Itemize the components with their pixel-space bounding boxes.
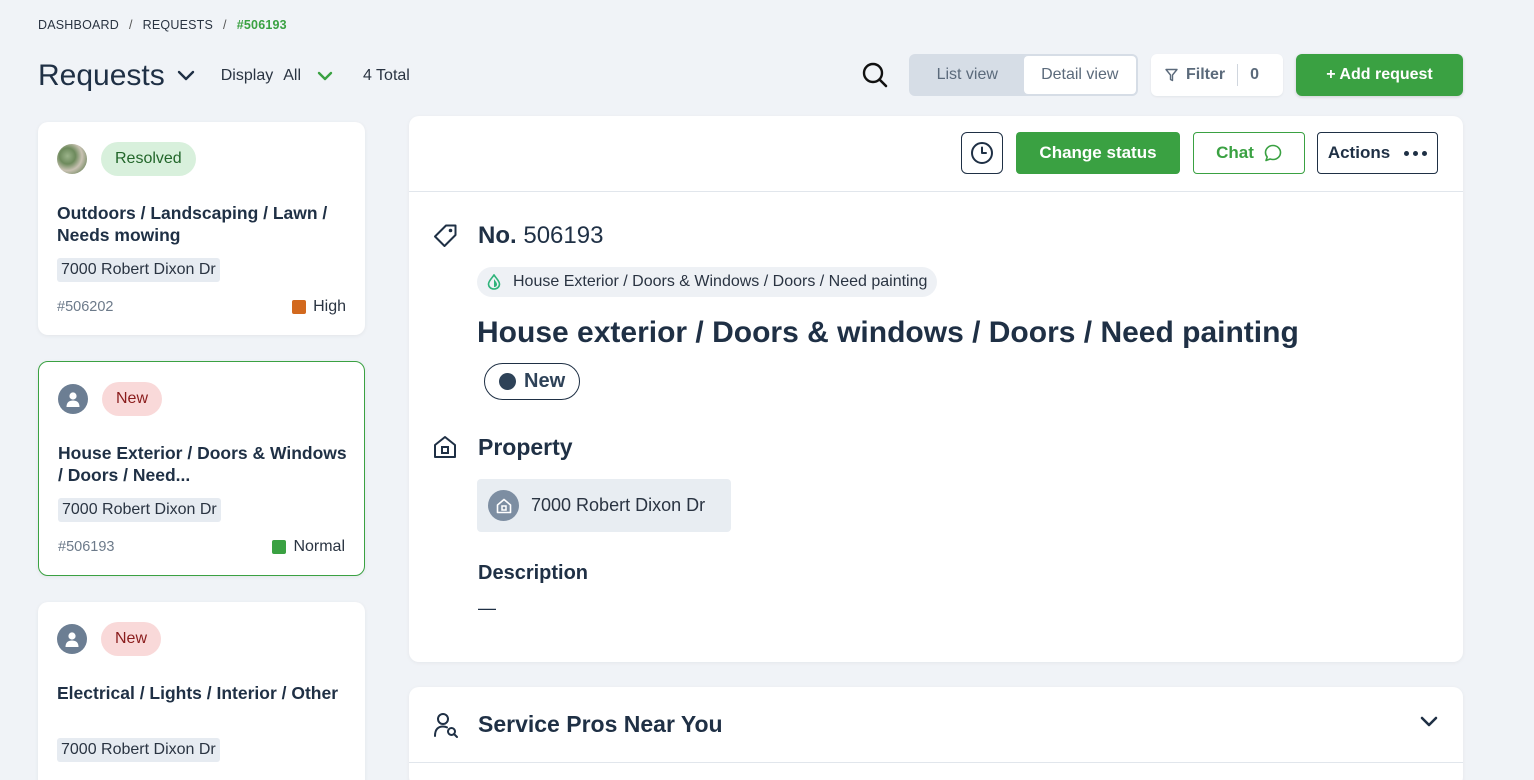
- status-pill-label: New: [524, 370, 566, 392]
- property-avatar: [488, 490, 519, 521]
- page-header: Requests Display All 4 Total: [38, 56, 410, 96]
- display-select-value[interactable]: All: [283, 67, 301, 85]
- filter-button[interactable]: Filter 0: [1151, 54, 1283, 96]
- priority-indicator: Normal: [272, 538, 345, 556]
- description-heading: Description: [478, 562, 589, 584]
- actions-button[interactable]: Actions: [1317, 132, 1438, 174]
- priority-square: [272, 540, 287, 554]
- card-address: 7000 Robert Dixon Dr: [57, 738, 220, 762]
- add-request-button[interactable]: + Add request: [1296, 54, 1463, 96]
- house-icon: [432, 434, 458, 465]
- filter-icon: [1165, 68, 1178, 82]
- property-heading: Property: [478, 434, 573, 460]
- person-icon: [65, 632, 79, 647]
- property-chip[interactable]: 7000 Robert Dixon Dr: [477, 479, 731, 532]
- status-badge: New: [102, 382, 163, 416]
- list-view-tab[interactable]: List view: [911, 56, 1024, 94]
- tag-icon: [432, 223, 458, 254]
- property-address: 7000 Robert Dixon Dr: [531, 495, 706, 515]
- card-title: Electrical / Lights / Interior / Other: [57, 683, 339, 703]
- status-dot: [499, 373, 516, 390]
- card-title: House Exterior / Doors & Windows / Doors…: [58, 443, 347, 485]
- card-address: 7000 Robert Dixon Dr: [57, 258, 220, 282]
- detail-toolbar: Change status Chat Actions: [409, 116, 1463, 192]
- chat-label: Chat: [1216, 143, 1254, 162]
- service-pros-panel: Service Pros Near You: [409, 687, 1463, 780]
- change-status-button[interactable]: Change status: [1016, 132, 1180, 174]
- card-id: #506193: [58, 539, 115, 555]
- request-card[interactable]: Resolved Outdoors / Landscaping / Lawn /…: [38, 122, 365, 335]
- breadcrumb-separator: /: [128, 18, 133, 32]
- breadcrumb-current: #506193: [236, 18, 287, 32]
- request-number: No. 506193: [478, 222, 603, 250]
- priority-square: [292, 300, 307, 314]
- chevron-down-icon[interactable]: [317, 71, 333, 82]
- category-chip: House Exterior / Doors & Windows / Doors…: [477, 267, 938, 297]
- chevron-down-icon[interactable]: [1419, 715, 1439, 734]
- card-title: Outdoors / Landscaping / Lawn / Needs mo…: [57, 203, 328, 245]
- more-dots-icon: [1404, 150, 1428, 156]
- actions-label: Actions: [1327, 143, 1391, 162]
- description-value: —: [478, 598, 496, 618]
- person-search-icon: [433, 711, 459, 744]
- search-icon[interactable]: [860, 60, 890, 90]
- history-button[interactable]: [961, 132, 1003, 174]
- service-pros-toggle[interactable]: Service Pros Near You: [409, 687, 1463, 763]
- divider: [1237, 64, 1239, 86]
- house-icon: [496, 498, 511, 513]
- drop-icon: [487, 274, 501, 290]
- card-address: 7000 Robert Dixon Dr: [58, 498, 221, 522]
- request-number-value: 506193: [523, 222, 604, 249]
- priority-indicator: High: [292, 298, 346, 316]
- breadcrumb: DASHBOARD / REQUESTS / #506193: [38, 18, 287, 32]
- chat-bubble-icon: [1264, 144, 1282, 162]
- filter-label: Filter: [1186, 66, 1226, 83]
- avatar: [57, 144, 87, 174]
- request-card[interactable]: New Electrical / Lights / Interior / Oth…: [38, 602, 365, 780]
- priority-label: Normal: [293, 538, 345, 555]
- history-icon: [971, 142, 993, 164]
- page-title: Requests: [38, 59, 165, 92]
- request-card[interactable]: New House Exterior / Doors & Windows / D…: [38, 361, 365, 576]
- breadcrumb-dashboard[interactable]: DASHBOARD: [38, 18, 119, 32]
- status-badge: Resolved: [101, 142, 196, 176]
- chevron-down-icon[interactable]: [177, 67, 195, 85]
- service-pros-heading: Service Pros Near You: [478, 711, 723, 737]
- detail-view-tab[interactable]: Detail view: [1023, 56, 1136, 94]
- avatar: [57, 624, 87, 654]
- display-label: Display: [220, 67, 274, 84]
- category-text: House Exterior / Doors & Windows / Doors…: [513, 273, 928, 290]
- status-badge: New: [101, 622, 162, 656]
- breadcrumb-separator: /: [223, 18, 227, 32]
- view-toggle: List view Detail view: [909, 54, 1138, 96]
- chat-button[interactable]: Chat: [1193, 132, 1305, 174]
- filter-count: 0: [1250, 66, 1260, 83]
- avatar: [58, 384, 88, 414]
- request-number-label: No.: [478, 222, 517, 249]
- breadcrumb-requests[interactable]: REQUESTS: [143, 18, 213, 32]
- total-count: 4 Total: [363, 67, 410, 84]
- request-title: House exterior / Doors & windows / Doors…: [477, 316, 1299, 349]
- card-id: #506202: [57, 299, 114, 315]
- status-pill: New: [484, 363, 581, 400]
- priority-label: High: [313, 298, 346, 315]
- person-icon: [66, 392, 80, 407]
- request-detail-panel: Change status Chat Actions No. 506193 Ho…: [409, 116, 1463, 662]
